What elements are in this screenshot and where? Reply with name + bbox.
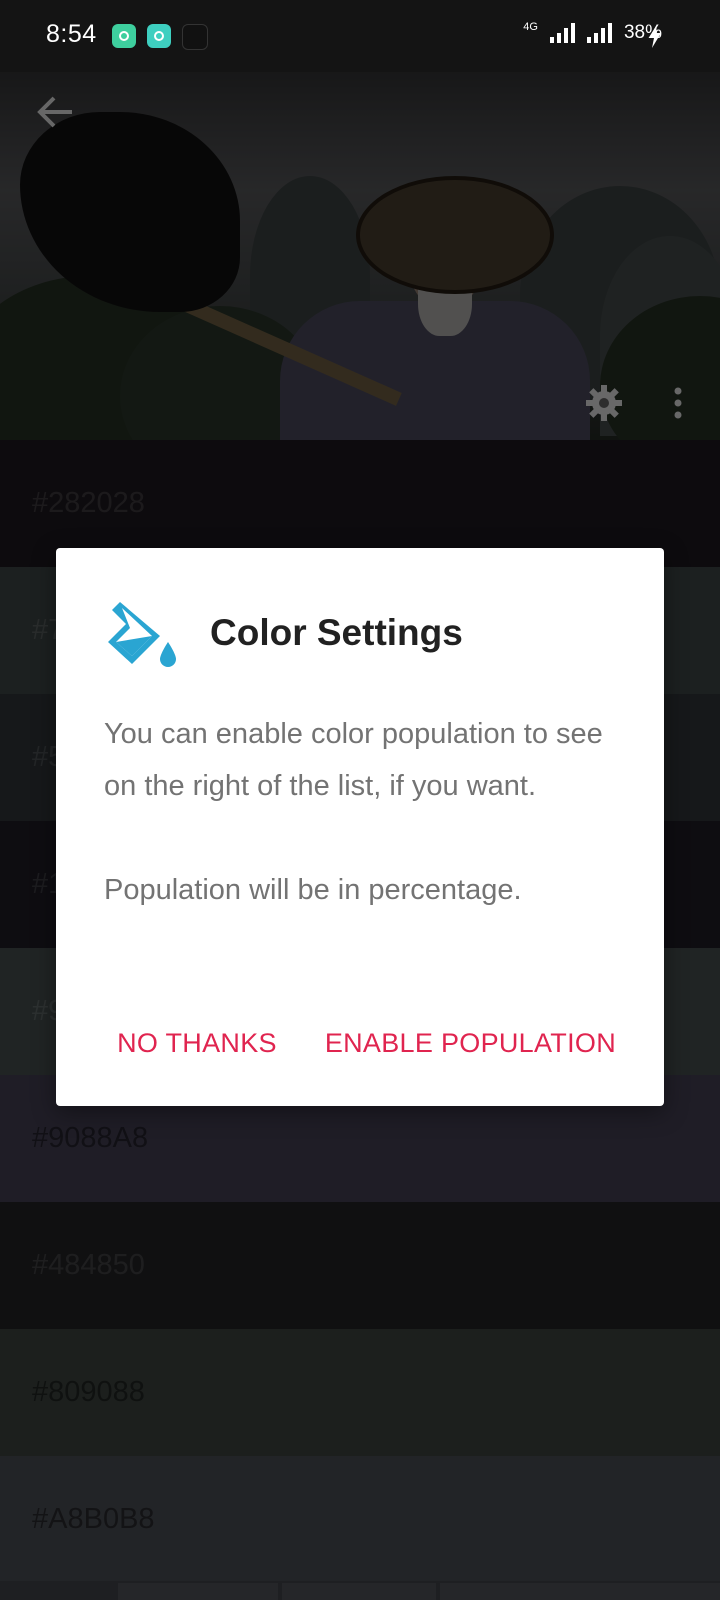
signal-icon-2 — [586, 23, 612, 43]
paint-bucket-icon — [108, 602, 176, 667]
status-indicators: 4G 38% — [523, 21, 662, 44]
status-bar: 8:54 4G 38% — [0, 0, 720, 72]
charging-icon — [649, 24, 661, 48]
color-settings-dialog: Color Settings You can enable color popu… — [56, 548, 664, 1106]
signal-icon — [549, 23, 575, 43]
upload-notification-icon — [112, 24, 136, 48]
dialog-note: Population will be in percentage. — [104, 874, 522, 906]
dialog-title: Color Settings — [210, 612, 463, 653]
media-notification-icon — [182, 24, 208, 50]
status-time: 8:54 — [46, 20, 97, 48]
dialog-body: You can enable color population to see o… — [104, 708, 624, 916]
dialog-message: You can enable color population to see o… — [104, 718, 603, 802]
enable-population-button[interactable]: Enable Population — [325, 1028, 616, 1059]
dialog-actions: No Thanks Enable Population — [117, 1028, 616, 1059]
network-type: 4G — [523, 21, 538, 33]
no-thanks-button[interactable]: No Thanks — [117, 1028, 277, 1059]
app-notification-icon — [147, 24, 171, 48]
